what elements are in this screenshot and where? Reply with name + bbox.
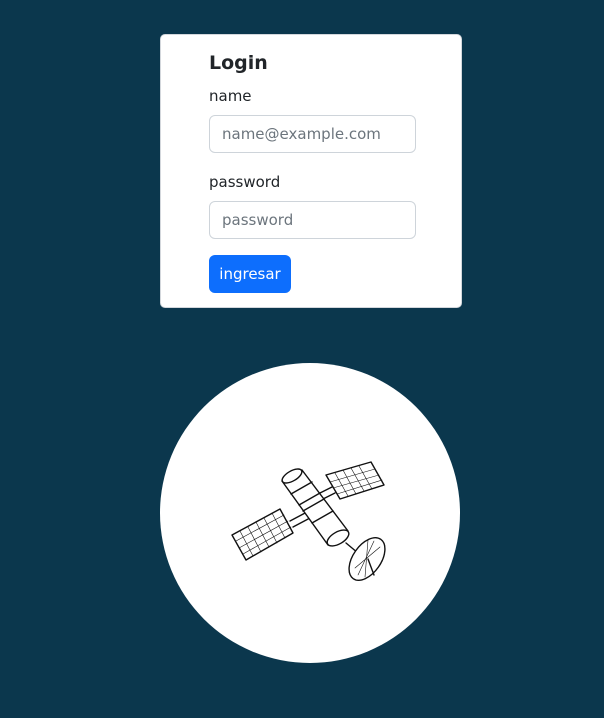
name-label: name	[209, 87, 252, 105]
satellite-icon	[231, 461, 386, 581]
password-label: password	[209, 173, 281, 191]
login-card: Login name password ingresar	[160, 34, 462, 308]
login-title: Login	[209, 52, 268, 74]
name-input[interactable]	[209, 115, 416, 153]
password-input[interactable]	[209, 201, 416, 239]
satellite-illustration	[160, 363, 460, 663]
ingresar-button[interactable]: ingresar	[209, 255, 291, 293]
